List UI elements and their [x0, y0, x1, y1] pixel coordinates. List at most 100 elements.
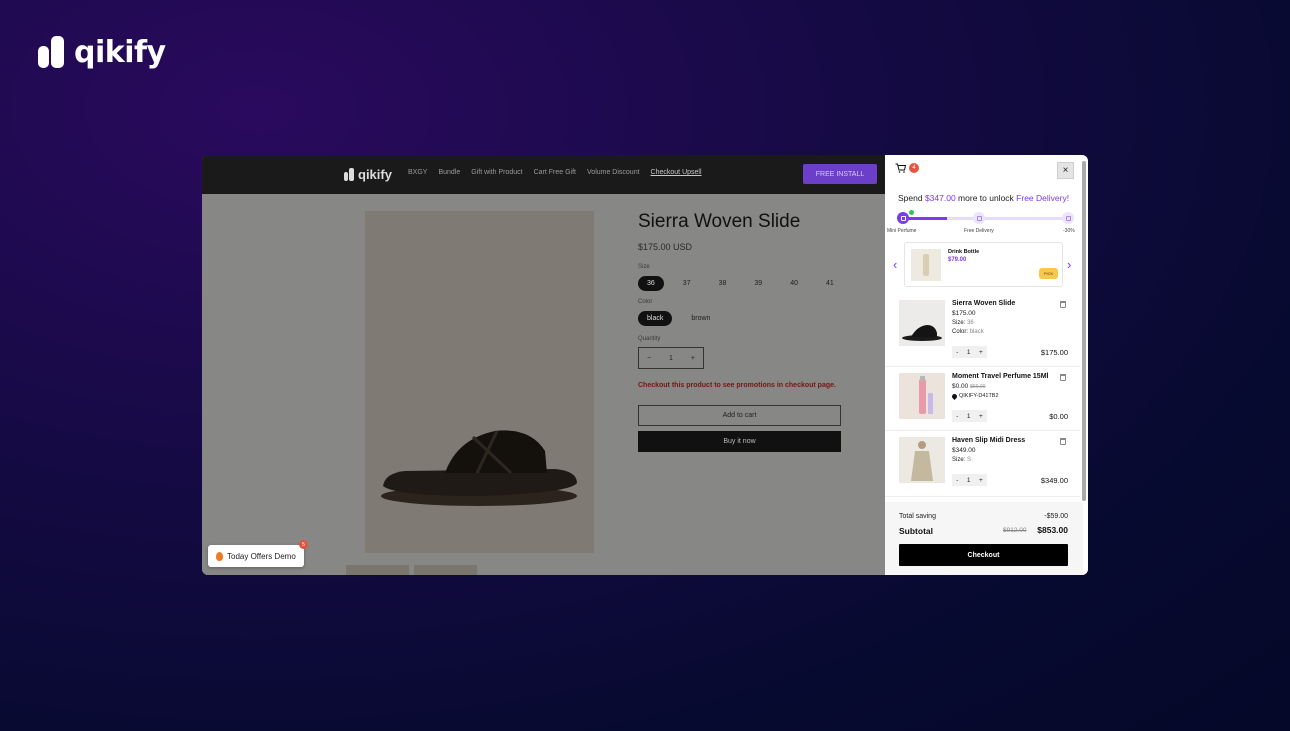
quantity-value[interactable]: 1: [967, 477, 971, 484]
nav-link-volume-discount[interactable]: Volume Discount: [587, 169, 640, 176]
cart-scrollbar[interactable]: [1082, 161, 1086, 501]
sierra-slide-image[interactable]: [899, 300, 945, 346]
size-value: 36: [967, 320, 974, 326]
quantity-value[interactable]: 1: [967, 413, 971, 420]
size-label: Size: [638, 264, 650, 270]
item-price: $0.00 $59.00: [952, 383, 985, 390]
quantity-value[interactable]: 1: [967, 349, 971, 356]
size-option-39[interactable]: 39: [745, 276, 771, 291]
spend-amount: $347.00: [924, 193, 956, 203]
gift-price: $79.00: [948, 257, 967, 263]
quantity-label: Quantity: [638, 336, 661, 342]
current-price: $0.00: [952, 383, 969, 390]
item-size: Size: 36: [952, 320, 974, 326]
nav-link-bundle[interactable]: Bundle: [438, 169, 460, 176]
free-shipping-message: Spend $347.00 more to unlock Free Delive…: [898, 193, 1069, 203]
quantity-increase-button[interactable]: +: [691, 355, 695, 362]
check-icon: [909, 210, 914, 215]
product-page: Sierra Woven Slide $175.00 USD Size 36 3…: [202, 194, 885, 575]
milestone-label-free-delivery: Free Delivery: [964, 228, 994, 234]
item-price: $175.00: [952, 310, 976, 317]
size-option-41[interactable]: 41: [817, 276, 843, 291]
nav-link-cart-free-gift[interactable]: Cart Free Gift: [534, 169, 576, 176]
qikify-logo: qikify: [38, 34, 166, 70]
chevron-left-icon[interactable]: ‹: [893, 257, 897, 272]
size-value: S: [967, 457, 972, 463]
checkout-button[interactable]: Checkout: [899, 544, 1068, 566]
size-option-38[interactable]: 38: [710, 276, 736, 291]
decrease-button[interactable]: -: [956, 477, 958, 484]
trash-icon[interactable]: [1060, 301, 1066, 308]
size-label: Size:: [952, 457, 966, 463]
product-thumbnail[interactable]: [346, 565, 409, 575]
color-option-black[interactable]: black: [638, 311, 673, 326]
cart-drawer: 4 × Spend $347.00 more to unlock Free De…: [885, 155, 1088, 575]
subtotal-value: $853.00: [1037, 525, 1068, 535]
item-quantity-stepper: - 1 +: [952, 474, 987, 486]
free-install-button[interactable]: FREE INSTALL: [803, 164, 877, 184]
slide-sandal-illustration: [381, 430, 577, 506]
gift-name: Drink Bottle: [948, 249, 980, 255]
nav-link-checkout-upsell[interactable]: Checkout Upsell: [651, 169, 702, 176]
quantity-value[interactable]: 1: [669, 355, 673, 362]
store-logo[interactable]: qikify: [344, 167, 392, 182]
cart-line-item: Moment Travel Perfume 15Ml $0.00 $59.00 …: [885, 367, 1080, 431]
size-option-37[interactable]: 37: [674, 276, 700, 291]
color-option-brown[interactable]: brown: [682, 311, 719, 326]
item-color: Color: black: [952, 329, 984, 335]
increase-button[interactable]: +: [979, 349, 983, 356]
original-price: $59.00: [970, 384, 986, 390]
dress-image[interactable]: [899, 437, 945, 483]
cart-count-badge: 4: [909, 163, 919, 173]
nav-link-bxgy[interactable]: BXGY: [408, 169, 427, 176]
discount-code: QIKIFY-D41TB2: [950, 392, 999, 400]
milestone-label-discount: -30%: [1063, 228, 1075, 234]
product-price: $175.00 USD: [638, 242, 693, 252]
spend-prefix: Spend: [898, 193, 925, 203]
today-offers-widget[interactable]: Today Offers Demo 5: [208, 540, 308, 567]
line-total: $175.00: [1040, 348, 1068, 357]
color-value: black: [969, 329, 984, 335]
cart-icon: [895, 163, 906, 173]
quantity-decrease-button[interactable]: −: [647, 355, 651, 362]
item-quantity-stepper: - 1 +: [952, 410, 987, 422]
product-thumbnail[interactable]: [414, 565, 477, 575]
cart-summary: Total saving -$59.00 Subtotal $912.00 $8…: [885, 502, 1083, 575]
discount-code-text: QIKIFY-D41TB2: [959, 393, 999, 399]
add-to-cart-button[interactable]: Add to cart: [638, 405, 841, 426]
total-saving-value: -$59.00: [1044, 513, 1068, 520]
nav-link-gift-with-product[interactable]: Gift with Product: [471, 169, 522, 176]
decrease-button[interactable]: -: [956, 349, 958, 356]
item-size: Size: S: [952, 457, 971, 463]
perfume-image[interactable]: [899, 373, 945, 419]
delivery-milestone-icon: [973, 212, 985, 224]
decrease-button[interactable]: -: [956, 413, 958, 420]
buy-it-now-button[interactable]: Buy it now: [638, 431, 841, 452]
subtotal-original: $912.00: [1003, 527, 1027, 534]
increase-button[interactable]: +: [979, 477, 983, 484]
store-nav-links: BXGY Bundle Gift with Product Cart Free …: [408, 169, 702, 176]
pick-gift-button[interactable]: PICK: [1039, 268, 1058, 279]
item-name: Moment Travel Perfume 15Ml: [952, 373, 1049, 380]
spend-reward: Free Delivery!: [1016, 193, 1070, 203]
cart-header: 4: [895, 163, 919, 173]
increase-button[interactable]: +: [979, 413, 983, 420]
store-logo-text: qikify: [358, 167, 392, 182]
demo-store-frame: qikify BXGY Bundle Gift with Product Car…: [202, 155, 1088, 575]
line-total: $0.00: [1049, 412, 1068, 421]
item-name: Sierra Woven Slide: [952, 300, 1016, 307]
gift-offer-card: Drink Bottle $79.00 PICK: [904, 242, 1063, 287]
size-option-36[interactable]: 36: [638, 276, 664, 291]
offers-count-badge: 5: [299, 540, 308, 549]
chevron-right-icon[interactable]: ›: [1067, 257, 1071, 272]
trash-icon[interactable]: [1060, 438, 1066, 445]
tag-icon: [950, 392, 959, 400]
qikify-logo-icon: [38, 34, 66, 70]
discount-milestone-icon: [1062, 212, 1074, 224]
trash-icon[interactable]: [1060, 374, 1066, 381]
spend-middle: more to unlock: [955, 193, 1017, 203]
product-image[interactable]: [365, 211, 594, 553]
cart-line-item: Haven Slip Midi Dress $349.00 Size: S - 1…: [885, 431, 1080, 497]
close-cart-button[interactable]: ×: [1057, 162, 1074, 179]
size-option-40[interactable]: 40: [781, 276, 807, 291]
